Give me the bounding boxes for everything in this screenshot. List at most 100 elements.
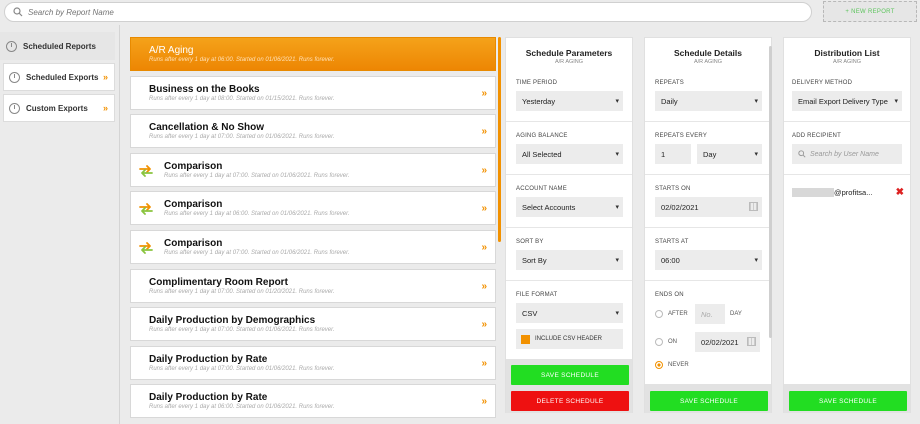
- report-title: Comparison: [164, 237, 223, 249]
- save-schedule-button[interactable]: SAVE SCHEDULE: [511, 365, 629, 385]
- divider: [645, 227, 771, 228]
- sort-by-select[interactable]: Sort By: [516, 250, 623, 270]
- double-chevron-right-icon: »: [102, 103, 108, 113]
- report-title: Cancellation & No Show: [149, 122, 265, 134]
- field-label: SORT BY: [516, 239, 544, 245]
- radio-on[interactable]: [655, 338, 663, 346]
- field-label: TIME PERIOD: [516, 80, 558, 86]
- report-item[interactable]: Daily Production by Rate Runs after every…: [130, 384, 496, 419]
- swap-icon: [139, 242, 153, 254]
- report-title: Complimentary Room Report: [149, 276, 288, 288]
- date-value: 02/02/2021: [661, 202, 699, 212]
- report-item[interactable]: Complimentary Room Report Runs after ever…: [130, 268, 496, 303]
- ends-never-row: NEVER: [655, 361, 760, 369]
- nav-custom-exports[interactable]: Custom Exports »: [3, 94, 115, 122]
- radio-label: ON: [668, 339, 677, 345]
- report-item[interactable]: Cancellation & No Show Runs after every 1…: [130, 114, 496, 149]
- report-item[interactable]: Comparison Runs after every 1 day at 07:0…: [130, 152, 496, 187]
- report-item[interactable]: A/R Aging Runs after every 1 day at 06:00…: [130, 37, 496, 71]
- search-input[interactable]: [28, 7, 787, 17]
- repeats-select[interactable]: Daily: [655, 91, 762, 111]
- account-name-select[interactable]: Select Accounts: [516, 197, 623, 217]
- clock-icon: [6, 40, 17, 52]
- recipient-search-placeholder: Search by User Name: [810, 150, 879, 158]
- report-title: Comparison: [164, 160, 223, 172]
- report-item[interactable]: Daily Production by Rate Runs after every…: [130, 345, 496, 380]
- starts-at-field: STARTS AT 06:00: [655, 239, 762, 270]
- field-label: STARTS AT: [655, 239, 689, 245]
- double-chevron-right-icon: »: [481, 87, 487, 99]
- calendar-icon[interactable]: [749, 202, 758, 211]
- divider: [645, 280, 771, 281]
- save-schedule-button[interactable]: SAVE SCHEDULE: [789, 391, 907, 411]
- report-schedule-text: Runs after every 1 day at 06:00. Started…: [149, 57, 335, 63]
- scrollbar[interactable]: [769, 46, 772, 338]
- panel-subtitle: A/R AGING: [832, 59, 862, 65]
- file-format-field: FILE FORMAT CSV INCLUDE CSV HEADER: [516, 292, 623, 349]
- report-title: Daily Production by Rate: [149, 392, 268, 404]
- nav-scheduled-exports[interactable]: Scheduled Exports »: [3, 63, 115, 91]
- csv-header-checkbox-row[interactable]: INCLUDE CSV HEADER: [516, 329, 623, 349]
- divider: [645, 174, 771, 175]
- panel-title: Schedule Details: [673, 48, 743, 58]
- repeats-every-unit-select[interactable]: Day: [697, 144, 762, 164]
- field-label: AGING BALANCE: [516, 133, 568, 139]
- starts-on-field: STARTS ON 02/02/2021: [655, 186, 762, 217]
- add-recipient-field: ADD RECIPIENT Search by User Name: [792, 133, 902, 164]
- delete-schedule-button[interactable]: DELETE SCHEDULE: [511, 391, 629, 411]
- field-label: FILE FORMAT: [516, 292, 558, 298]
- field-label: ADD RECIPIENT: [792, 133, 841, 139]
- report-schedule-text: Runs after every 1 day at 06:00. Started…: [149, 404, 335, 411]
- remove-recipient-icon[interactable]: ✖: [896, 187, 904, 198]
- clock-icon: [9, 71, 20, 83]
- after-count-input[interactable]: No.: [695, 304, 725, 324]
- ends-on-field: ENDS ON AFTER No. DAY ON 02/02/2021 NEVE…: [655, 292, 760, 369]
- radio-after[interactable]: [655, 310, 663, 318]
- report-item[interactable]: Business on the Books Runs after every 1 …: [130, 75, 496, 110]
- time-period-field: TIME PERIOD Yesterday: [516, 80, 623, 111]
- nav-label: Scheduled Exports: [26, 72, 99, 82]
- starts-on-date-input[interactable]: 02/02/2021: [655, 197, 762, 217]
- report-list: A/R Aging Runs after every 1 day at 06:00…: [130, 37, 496, 423]
- delivery-method-select[interactable]: Email Export Delivery Type: [792, 91, 902, 111]
- account-name-field: ACCOUNT NAME Select Accounts: [516, 186, 623, 217]
- divider: [506, 174, 632, 175]
- search-bar[interactable]: [4, 2, 812, 22]
- checkbox-label: INCLUDE CSV HEADER: [535, 336, 603, 342]
- field-label: STARTS ON: [655, 186, 691, 192]
- aging-balance-select[interactable]: All Selected: [516, 144, 623, 164]
- radio-never-selected[interactable]: [655, 361, 663, 369]
- repeats-every-number-input[interactable]: 1: [655, 144, 691, 164]
- scrollbar[interactable]: [498, 37, 501, 242]
- report-title: A/R Aging: [149, 45, 194, 56]
- delivery-method-field: DELIVERY METHOD Email Export Delivery Ty…: [792, 80, 902, 111]
- recipient-search-input[interactable]: Search by User Name: [792, 144, 902, 164]
- report-item[interactable]: Comparison Runs after every 1 day at 07:0…: [130, 229, 496, 264]
- radio-label: AFTER: [668, 311, 688, 317]
- report-schedule-text: Runs after every 1 day at 06:00. Started…: [164, 211, 350, 218]
- new-report-button[interactable]: + NEW REPORT: [823, 1, 917, 22]
- file-format-select[interactable]: CSV: [516, 303, 623, 323]
- checkbox-checked-icon[interactable]: [521, 334, 530, 344]
- report-item[interactable]: Comparison Runs after every 1 day at 06:0…: [130, 191, 496, 226]
- aging-balance-field: AGING BALANCE All Selected: [516, 133, 623, 164]
- divider: [506, 121, 632, 122]
- swap-icon: [139, 203, 153, 216]
- double-chevron-right-icon: »: [481, 203, 487, 215]
- search-icon: [13, 7, 23, 17]
- ends-on-date-input[interactable]: 02/02/2021: [695, 332, 760, 352]
- nav-divider: [119, 25, 120, 424]
- repeats-field: REPEATS Daily: [655, 80, 762, 111]
- save-schedule-button[interactable]: SAVE SCHEDULE: [650, 391, 768, 411]
- nav-scheduled-reports[interactable]: Scheduled Reports: [0, 32, 115, 60]
- report-item[interactable]: Daily Production by Demographics Runs aft…: [130, 307, 496, 342]
- nav-label: Custom Exports: [26, 103, 88, 113]
- time-period-select[interactable]: Yesterday: [516, 91, 623, 111]
- sidebar: Scheduled Reports Scheduled Exports » Cu…: [0, 32, 118, 125]
- divider: [506, 227, 632, 228]
- starts-at-select[interactable]: 06:00: [655, 250, 762, 270]
- date-value: 02/02/2021: [701, 337, 739, 347]
- field-label: DELIVERY METHOD: [792, 80, 853, 86]
- calendar-icon[interactable]: [747, 337, 756, 346]
- report-schedule-text: Runs after every 1 day at 08:00. Started…: [149, 95, 335, 102]
